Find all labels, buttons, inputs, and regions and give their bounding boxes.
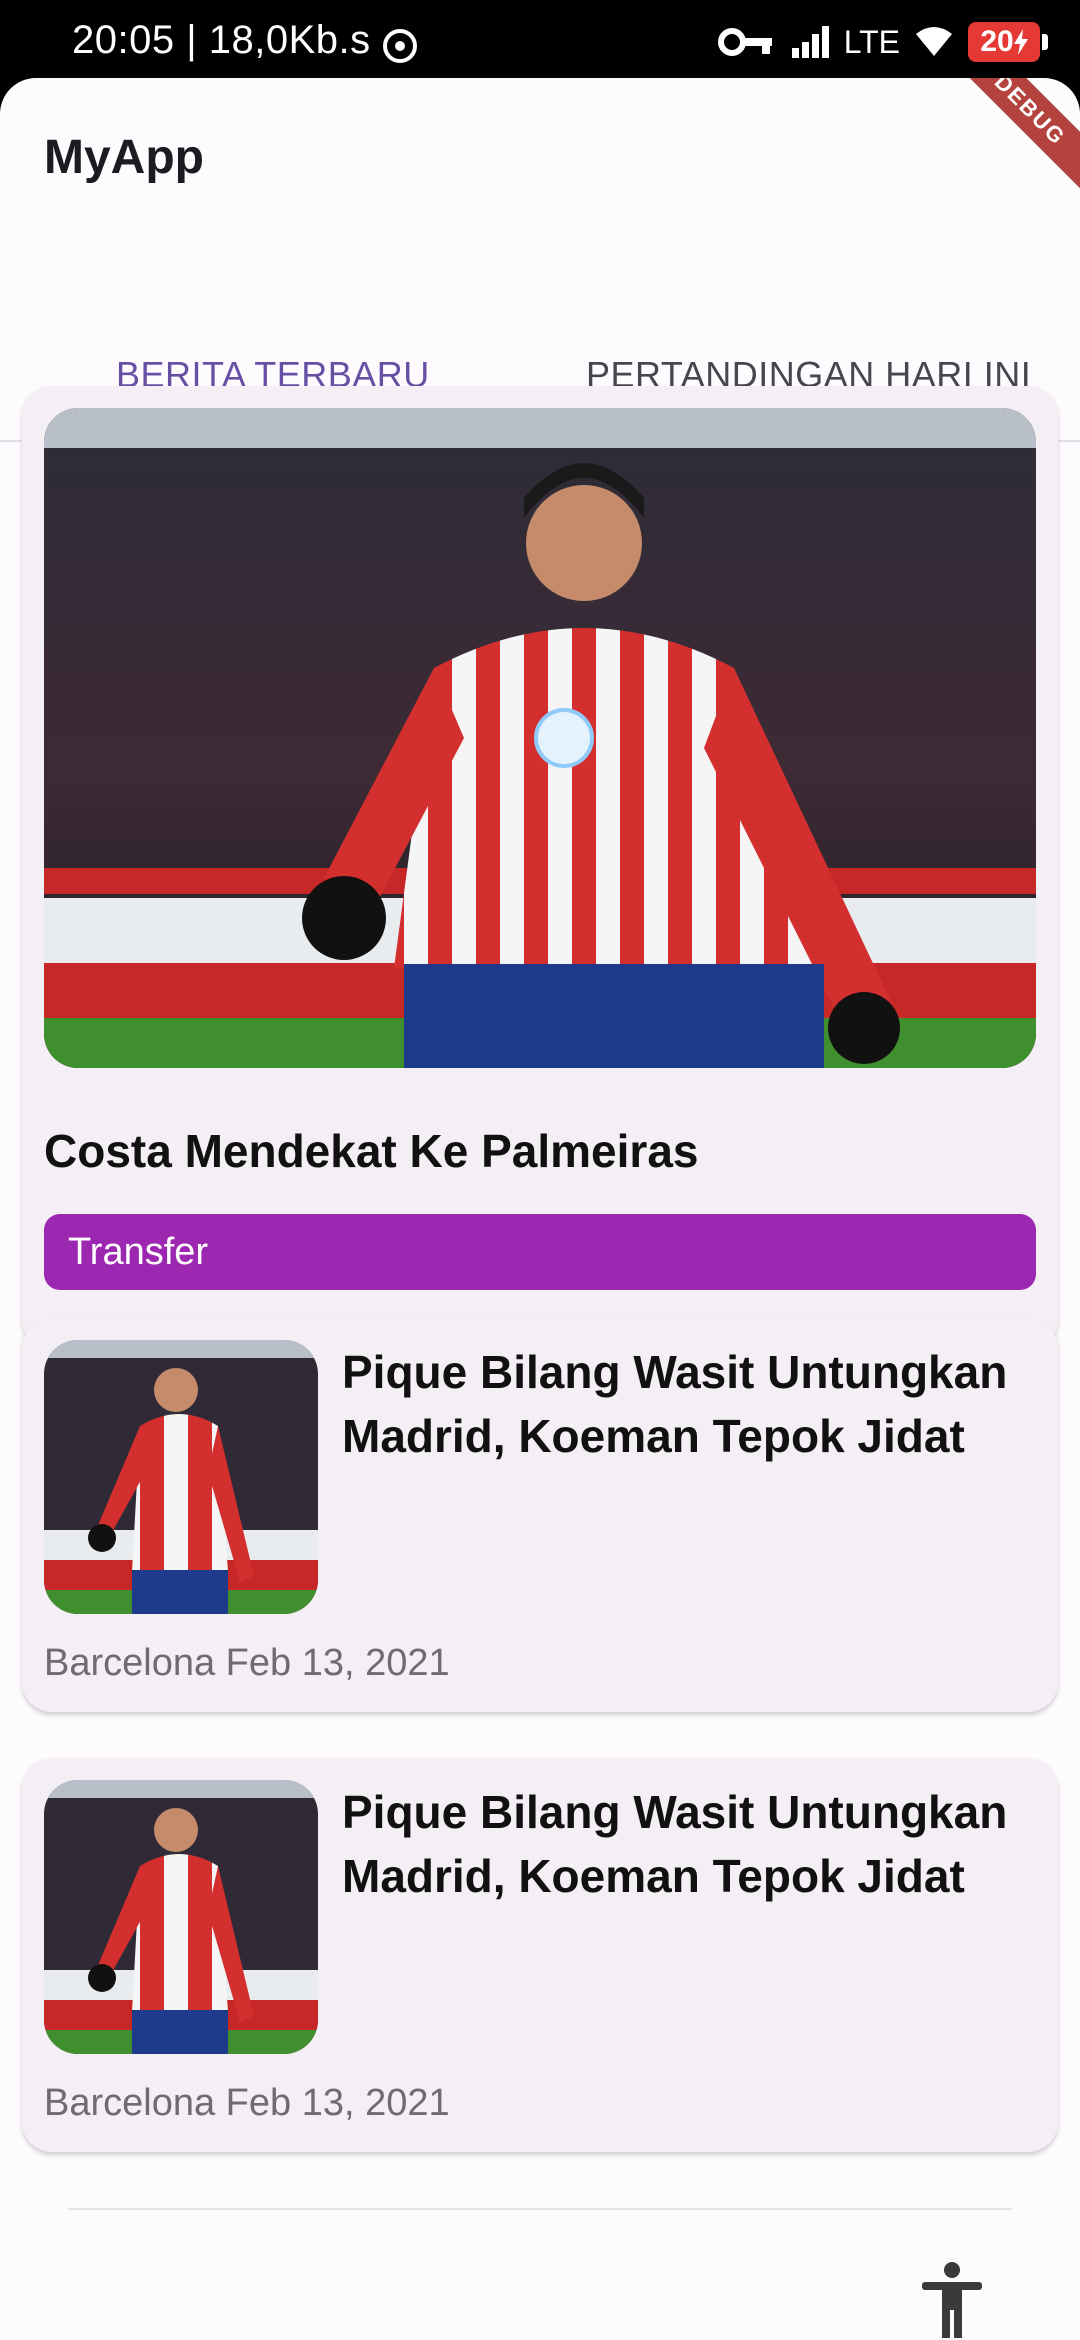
news-card[interactable]: Pique Bilang Wasit Untungkan Madrid, Koe… [22, 1318, 1058, 1712]
signal-icon [791, 26, 829, 58]
charging-bolt-icon [1013, 29, 1028, 55]
news-meta: Barcelona Feb 13, 2021 [44, 1642, 450, 1684]
wifi-icon [916, 27, 952, 56]
network-type: LTE [843, 23, 900, 60]
phone-screen: 20:05 | 18,0Kb.s LTE 20 DEBUG MyApp BERI… [0, 0, 1080, 2340]
news-thumbnail [44, 1340, 318, 1614]
battery-level: 20 [980, 25, 1014, 58]
status-bar: 20:05 | 18,0Kb.s LTE 20 [0, 0, 1080, 80]
sync-icon [383, 29, 417, 63]
featured-news-title: Costa Mendekat Ke Palmeiras [44, 1125, 699, 1177]
bottom-divider [68, 2208, 1012, 2210]
news-card[interactable]: Pique Bilang Wasit Untungkan Madrid, Koe… [22, 1758, 1058, 2152]
status-icons: LTE 20 [717, 20, 1048, 64]
news-title: Pique Bilang Wasit Untungkan Madrid, Koe… [342, 1786, 1008, 1902]
accessibility-icon[interactable] [920, 2260, 984, 2340]
featured-news-card[interactable]: Costa Mendekat Ke Palmeiras Transfer [22, 386, 1058, 1350]
key-icon [717, 28, 772, 56]
news-meta: Barcelona Feb 13, 2021 [44, 2082, 450, 2124]
football-player-photo [44, 1780, 318, 2054]
debug-banner: DEBUG [938, 78, 1080, 202]
battery-charging-icon: 20 [968, 22, 1048, 62]
football-player-photo [44, 1340, 318, 1614]
football-player-photo [44, 408, 1036, 1068]
app-title: MyApp [44, 131, 204, 184]
category-chip: Transfer [44, 1214, 1036, 1290]
news-thumbnail [44, 1780, 318, 2054]
featured-news-image [44, 408, 1036, 1068]
status-time: 20:05 | 18,0Kb.s [72, 18, 371, 62]
app-surface: DEBUG MyApp BERITA TERBARU PERTANDINGAN … [0, 78, 1080, 2340]
news-title: Pique Bilang Wasit Untungkan Madrid, Koe… [342, 1346, 1008, 1462]
